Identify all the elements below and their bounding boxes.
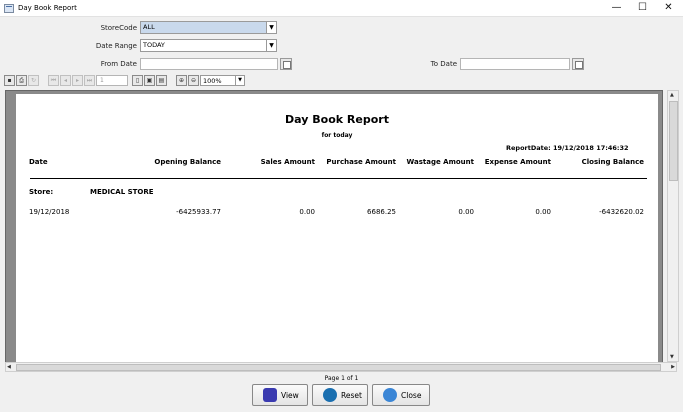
date-range-value: TODAY (143, 41, 165, 49)
report-title: Day Book Report (285, 113, 389, 126)
next-page-icon[interactable]: ▸ (72, 75, 83, 86)
report-date: ReportDate: 19/12/2018 17:46:32 (506, 144, 629, 152)
actual-size-icon[interactable]: ▯ (132, 75, 143, 86)
store-name: MEDICAL STORE (90, 188, 154, 196)
reset-button-label: Reset (341, 391, 362, 400)
page-info: Page 1 of 1 (324, 375, 359, 382)
vertical-scroll-thumb[interactable] (669, 101, 678, 181)
row-date: 19/12/2018 (29, 208, 70, 216)
zoom-in-icon[interactable]: ⊕ (176, 75, 187, 86)
store-code-combo[interactable]: ALL ▼ (140, 21, 277, 34)
row-expense-amount: 0.00 (535, 208, 551, 216)
window-title: Day Book Report (18, 4, 77, 12)
title-bar: Day Book Report — ☐ ✕ (0, 0, 683, 17)
fit-page-icon[interactable]: ▣ (144, 75, 155, 86)
row-purchase-amount: 6686.25 (367, 208, 396, 216)
view-button-label: View (281, 391, 299, 400)
column-header-date: Date (29, 158, 48, 166)
horizontal-scroll-thumb[interactable] (16, 364, 661, 371)
zoom-combo[interactable]: 100% ▼ (200, 75, 245, 86)
horizontal-scrollbar[interactable]: ◀ ▶ (5, 362, 677, 372)
zoom-out-icon[interactable]: ⊖ (188, 75, 199, 86)
scroll-right-icon[interactable]: ▶ (671, 364, 675, 370)
app-window-icon (4, 4, 14, 13)
date-range-label: Date Range (95, 42, 137, 50)
view-button[interactable]: View (252, 384, 308, 406)
previous-page-icon[interactable]: ◂ (60, 75, 71, 86)
fit-width-icon[interactable]: ▤ (156, 75, 167, 86)
to-date-label: To Date (430, 60, 457, 68)
close-button-label: Close (401, 391, 422, 400)
save-icon[interactable]: ▪ (4, 75, 15, 86)
view-icon (263, 388, 277, 402)
store-code-value: ALL (143, 23, 155, 31)
print-icon[interactable]: ⎙ (16, 75, 27, 86)
store-code-label: StoreCode (100, 24, 137, 32)
report-page: Day Book Report for today ReportDate: 19… (16, 94, 658, 362)
first-page-icon[interactable]: ⏮ (48, 75, 59, 86)
chevron-down-icon[interactable]: ▼ (235, 76, 244, 85)
column-header-expense-amount: Expense Amount (484, 158, 551, 166)
calendar-icon[interactable] (572, 58, 584, 70)
row-closing-balance: -6432620.02 (599, 208, 644, 216)
column-header-opening-balance: Opening Balance (154, 158, 221, 166)
report-viewer: Day Book Report for today ReportDate: 19… (5, 90, 663, 372)
page-number-input[interactable]: 1 (96, 75, 128, 86)
row-sales-amount: 0.00 (299, 208, 315, 216)
vertical-scrollbar[interactable]: ▲ ▼ (667, 90, 679, 362)
minimize-button[interactable]: — (603, 0, 630, 16)
header-divider (30, 178, 647, 179)
last-page-icon[interactable]: ⏭ (84, 75, 95, 86)
row-wastage-amount: 0.00 (458, 208, 474, 216)
date-range-combo[interactable]: TODAY ▼ (140, 39, 277, 52)
reset-icon (323, 388, 337, 402)
chevron-down-icon[interactable]: ▼ (266, 40, 276, 51)
store-label: Store: (29, 188, 54, 196)
to-date-field[interactable] (460, 58, 570, 70)
scroll-down-icon[interactable]: ▼ (670, 354, 674, 360)
row-opening-balance: -6425933.77 (176, 208, 221, 216)
column-header-wastage-amount: Wastage Amount (406, 158, 474, 166)
scroll-up-icon[interactable]: ▲ (670, 92, 674, 98)
reset-button[interactable]: Reset (312, 384, 368, 406)
column-header-purchase-amount: Purchase Amount (326, 158, 396, 166)
maximize-button[interactable]: ☐ (629, 0, 656, 16)
chevron-down-icon[interactable]: ▼ (266, 22, 276, 33)
close-icon (383, 388, 397, 402)
column-header-closing-balance: Closing Balance (581, 158, 644, 166)
calendar-icon[interactable] (280, 58, 292, 70)
close-window-button[interactable]: ✕ (655, 0, 682, 16)
report-subtitle: for today (321, 132, 353, 139)
scroll-left-icon[interactable]: ◀ (7, 364, 11, 370)
from-date-field[interactable] (140, 58, 278, 70)
reload-icon[interactable]: ↻ (28, 75, 39, 86)
from-date-label: From Date (100, 60, 137, 68)
close-button[interactable]: Close (372, 384, 430, 406)
zoom-value: 100% (203, 77, 222, 85)
column-header-sales-amount: Sales Amount (260, 158, 315, 166)
